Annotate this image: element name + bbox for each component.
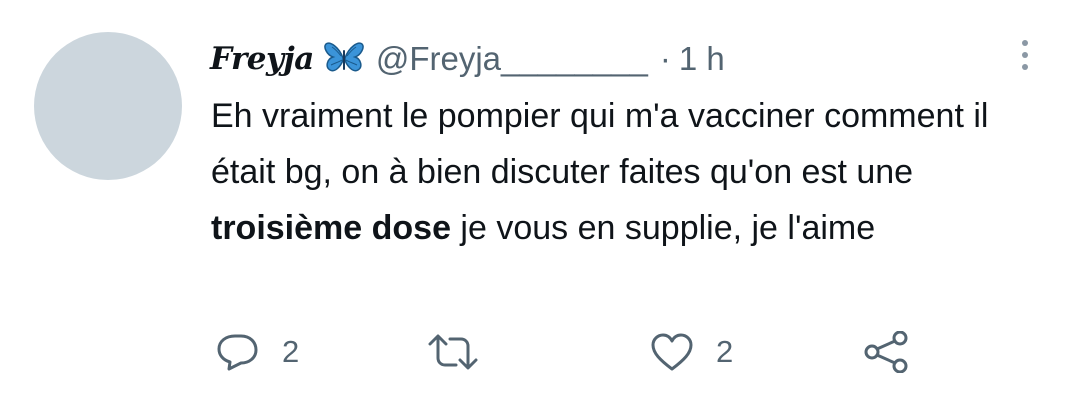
like-button[interactable]: 2: [650, 332, 733, 372]
tweet-text-part2: je vous en supplie, je l'aime: [450, 209, 876, 247]
avatar[interactable]: [34, 32, 182, 180]
share-button[interactable]: [862, 331, 910, 373]
retweet-icon: [428, 332, 478, 372]
handle[interactable]: @Freyja________: [376, 40, 648, 78]
butterfly-icon: [324, 41, 364, 77]
display-name[interactable]: Freyja: [210, 41, 314, 77]
tweet[interactable]: Freyja @Freyja________ · 1 h Eh vraiment…: [0, 0, 1080, 402]
like-count: 2: [716, 334, 734, 369]
tweet-text-part1: Eh vraiment le pompier qui m'a vacciner …: [211, 97, 989, 191]
reply-count: 2: [282, 334, 300, 369]
timestamp[interactable]: 1 h: [679, 40, 725, 78]
tweet-text: Eh vraiment le pompier qui m'a vacciner …: [211, 88, 1051, 256]
retweet-button[interactable]: [428, 332, 500, 372]
heart-icon: [650, 332, 694, 372]
reply-icon: [216, 332, 260, 372]
more-options-icon[interactable]: [1014, 38, 1036, 72]
separator-dot: ·: [659, 40, 671, 77]
tweet-header: Freyja @Freyja________ · 1 h: [210, 36, 725, 82]
reply-button[interactable]: 2: [216, 332, 299, 372]
share-icon: [862, 331, 910, 373]
tweet-text-bold: troisième dose: [211, 209, 451, 247]
